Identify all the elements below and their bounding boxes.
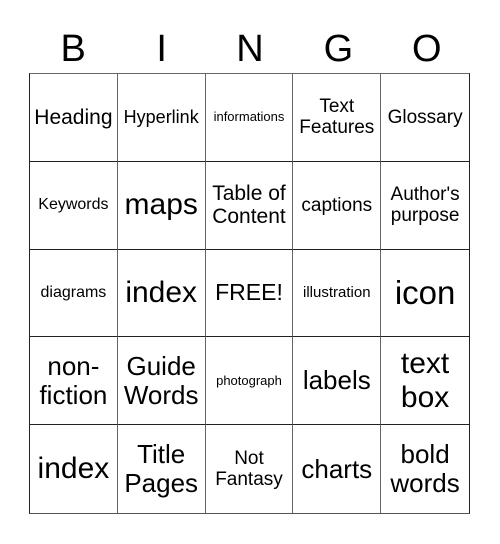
header-letter-b: B xyxy=(60,28,86,70)
bingo-cell[interactable]: Guide Words xyxy=(117,337,206,426)
bingo-cell[interactable]: Hyperlink xyxy=(117,74,206,162)
bingo-cell[interactable]: text box xyxy=(381,337,469,426)
bingo-cell[interactable]: Heading xyxy=(30,74,118,162)
bingo-cell[interactable]: bold words xyxy=(381,425,469,513)
bingo-cell[interactable]: icon xyxy=(381,250,469,338)
bingo-cell[interactable]: maps xyxy=(117,161,206,250)
bingo-cell[interactable]: index xyxy=(30,425,118,513)
bingo-cell[interactable]: photograph xyxy=(205,337,294,426)
bingo-header: B I N G O xyxy=(29,26,471,72)
bingo-cell-free[interactable]: FREE! xyxy=(205,249,294,338)
bingo-cell[interactable]: Keywords xyxy=(30,161,118,250)
bingo-cell[interactable]: Not Fantasy xyxy=(206,425,294,513)
bingo-cell[interactable]: diagrams xyxy=(30,249,118,338)
bingo-grid: Heading Hyperlink informations Text Feat… xyxy=(29,73,470,514)
bingo-cell[interactable]: illustration xyxy=(293,249,382,338)
bingo-cell[interactable]: Table of Content xyxy=(205,161,294,250)
bingo-cell[interactable]: charts xyxy=(293,425,382,513)
bingo-cell[interactable]: informations xyxy=(205,74,294,162)
bingo-cell[interactable]: index xyxy=(117,249,206,338)
bingo-cell[interactable]: captions xyxy=(293,161,382,250)
bingo-cell[interactable]: labels xyxy=(293,337,382,426)
header-letter-o: O xyxy=(412,28,442,70)
header-letter-g: G xyxy=(323,28,354,70)
bingo-cell[interactable]: Author's purpose xyxy=(381,162,469,250)
bingo-cell[interactable]: Text Features xyxy=(293,74,382,162)
bingo-cell[interactable]: non-fiction xyxy=(30,337,118,426)
bingo-cell[interactable]: Glossary xyxy=(381,74,469,162)
bingo-cell[interactable]: Title Pages xyxy=(118,425,206,513)
header-letter-n: N xyxy=(236,28,264,70)
header-letter-i: I xyxy=(156,28,167,70)
